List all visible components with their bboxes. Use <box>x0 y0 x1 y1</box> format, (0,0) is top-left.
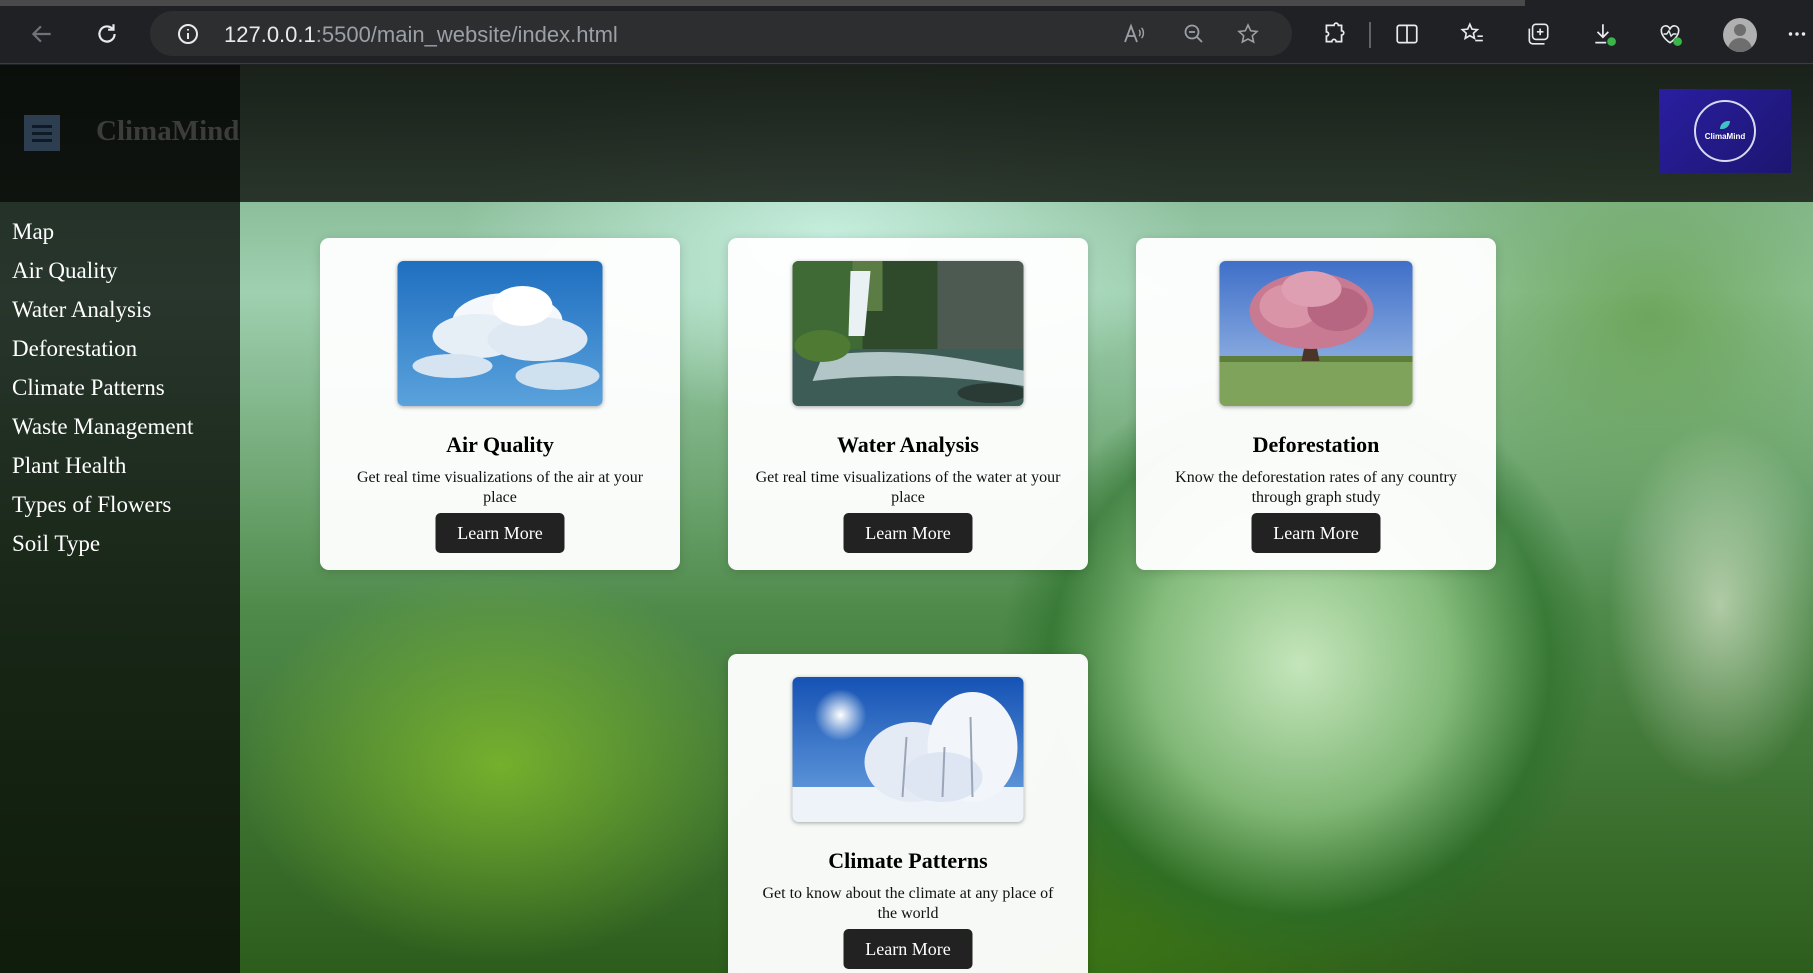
split-screen-icon <box>1396 24 1418 44</box>
card-description: Get to know about the climate at any pla… <box>762 885 1054 922</box>
learn-more-button[interactable]: Learn More <box>843 929 973 969</box>
sidebar-item-deforestation[interactable]: Deforestation <box>12 334 193 373</box>
card-description: Know the deforestation rates of any coun… <box>1175 469 1457 506</box>
browser-toolbar: 127.0.0.1:5500/main_website/index.html <box>0 0 1813 64</box>
back-arrow-icon <box>31 25 51 43</box>
extensions-button[interactable] <box>1316 16 1352 52</box>
more-options-button[interactable] <box>1782 16 1812 52</box>
sidebar-item-map[interactable]: Map <box>12 217 193 256</box>
menu-line-icon <box>32 131 52 135</box>
sidebar-item-climate-patterns[interactable]: Climate Patterns <box>12 373 193 412</box>
card-title: Air Quality <box>446 432 554 457</box>
card-title: Climate Patterns <box>828 848 988 873</box>
heart-pulse-icon <box>1660 25 1682 46</box>
sidebar-item-water-analysis[interactable]: Water Analysis <box>12 295 193 334</box>
url-host: 127.0.0.1 <box>224 22 316 47</box>
card-description: Get real time visualizations of the air … <box>356 469 644 506</box>
profile-avatar[interactable] <box>1723 18 1757 52</box>
waterfall-image <box>792 261 1024 406</box>
top-header <box>0 65 1813 202</box>
url-path: :5500/main_website/index.html <box>315 22 618 47</box>
collections-button[interactable] <box>1520 16 1556 52</box>
site-info-icon[interactable] <box>174 20 202 48</box>
snowy-trees-image <box>792 677 1024 822</box>
toolbar-separator <box>1369 22 1371 48</box>
blossom-tree-image <box>1219 261 1413 406</box>
cloudy-sky-image <box>397 261 603 406</box>
menu-line-icon <box>32 138 52 142</box>
reload-icon <box>98 24 116 43</box>
collections-icon <box>1528 23 1549 45</box>
read-aloud-icon[interactable] <box>1120 20 1148 48</box>
address-bar[interactable]: 127.0.0.1:5500/main_website/index.html <box>150 11 1292 56</box>
downloads-button[interactable] <box>1586 16 1622 52</box>
page-background: ClimaMind Map Air Quality Water Analysis… <box>0 65 1813 973</box>
brand-title: ClimaMind <box>96 115 240 147</box>
card-climate-patterns: Climate Patterns Get to know about the c… <box>728 654 1088 973</box>
back-button[interactable] <box>24 16 60 52</box>
learn-more-button[interactable]: Learn More <box>435 513 565 553</box>
leaf-icon <box>1720 121 1730 129</box>
sidebar: ClimaMind Map Air Quality Water Analysis… <box>0 65 240 973</box>
card-air-quality: Air Quality Get real time visualizations… <box>320 238 680 570</box>
avatar-body <box>1728 38 1752 52</box>
card-water-analysis: Water Analysis Get real time visualizati… <box>728 238 1088 570</box>
split-screen-button[interactable] <box>1389 16 1425 52</box>
learn-more-button[interactable]: Learn More <box>843 513 973 553</box>
puzzle-icon <box>1325 22 1345 43</box>
favorites-list-icon <box>1460 22 1483 42</box>
tab-strip-edge <box>0 0 1525 6</box>
favorite-star-icon[interactable] <box>1234 20 1262 48</box>
browser-essentials-button[interactable] <box>1652 16 1688 52</box>
card-deforestation: Deforestation Know the deforestation rat… <box>1136 238 1496 570</box>
avatar-head <box>1734 24 1746 36</box>
zoom-out-icon[interactable] <box>1180 20 1208 48</box>
card-title: Water Analysis <box>836 432 979 457</box>
card-title: Deforestation <box>1252 432 1380 457</box>
logo-text: ClimaMind <box>1704 132 1746 141</box>
ellipsis-icon <box>1788 32 1806 36</box>
sidebar-item-types-of-flowers[interactable]: Types of Flowers <box>12 490 193 529</box>
sidebar-item-air-quality[interactable]: Air Quality <box>12 256 193 295</box>
card-description: Get real time visualizations of the wate… <box>755 469 1061 506</box>
sidebar-item-waste-management[interactable]: Waste Management <box>12 412 193 451</box>
climamind-logo[interactable]: ClimaMind <box>1659 89 1791 173</box>
download-icon <box>1595 24 1616 46</box>
sidebar-nav: Map Air Quality Water Analysis Deforesta… <box>12 217 193 568</box>
favorites-button[interactable] <box>1454 16 1490 52</box>
url-text[interactable]: 127.0.0.1:5500/main_website/index.html <box>224 22 618 48</box>
menu-line-icon <box>32 124 52 128</box>
sidebar-item-soil-type[interactable]: Soil Type <box>12 529 193 568</box>
hamburger-menu-button[interactable] <box>24 115 60 151</box>
learn-more-button[interactable]: Learn More <box>1251 513 1381 553</box>
logo-circle: ClimaMind <box>1694 100 1756 162</box>
sidebar-item-plant-health[interactable]: Plant Health <box>12 451 193 490</box>
reload-button[interactable] <box>89 16 125 52</box>
